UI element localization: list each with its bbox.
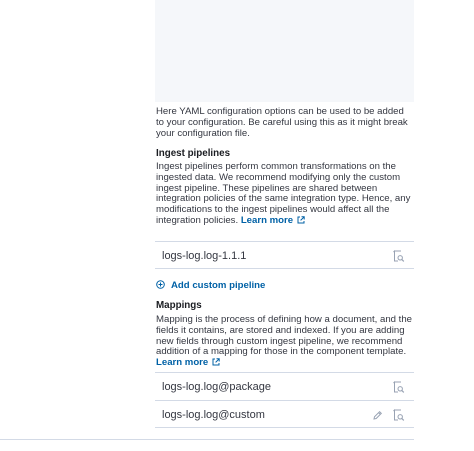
mapping-name: logs-log.log@package	[162, 381, 272, 393]
yaml-help-content: Here YAML configuration options can be u…	[156, 106, 408, 139]
ingest-learn-more-label: Learn more	[240, 214, 294, 226]
mapping-row: logs-log.log@package	[155, 372, 414, 400]
inspect-icon[interactable]	[390, 407, 406, 423]
pencil-icon[interactable]	[369, 407, 385, 423]
mappings-learn-more-label: Learn more	[156, 357, 209, 369]
mappings-learn-more-link[interactable]: Learn more	[156, 357, 220, 368]
external-link-icon	[297, 216, 305, 228]
pipeline-row: logs-log.log-1.1.1	[155, 241, 414, 269]
mappings-description: Mapping is the process of defining how a…	[156, 314, 414, 370]
add-custom-pipeline-label: Add custom pipeline	[171, 279, 266, 291]
inspect-icon[interactable]	[390, 379, 406, 395]
mappings-description-content: Mapping is the process of defining how a…	[156, 314, 412, 358]
add-custom-pipeline-button[interactable]: Add custom pipeline	[156, 278, 265, 292]
mapping-row: logs-log.log@custom	[155, 400, 414, 428]
external-link-icon	[212, 358, 220, 370]
mappings-title: Mappings	[156, 300, 202, 311]
ingest-pipelines-title: Ingest pipelines	[156, 148, 231, 159]
ingest-pipelines-description: Ingest pipelines perform common transfor…	[156, 161, 414, 228]
ingest-learn-more-link[interactable]: Learn more	[241, 215, 305, 226]
section-divider	[0, 439, 414, 440]
inspect-icon[interactable]	[390, 248, 406, 264]
pipeline-name: logs-log.log-1.1.1	[162, 250, 247, 262]
yaml-config-editor[interactable]	[155, 0, 414, 102]
yaml-help-text: Here YAML configuration options can be u…	[156, 106, 414, 139]
mapping-name: logs-log.log@custom	[162, 409, 265, 421]
plus-in-circle-icon	[156, 276, 165, 294]
